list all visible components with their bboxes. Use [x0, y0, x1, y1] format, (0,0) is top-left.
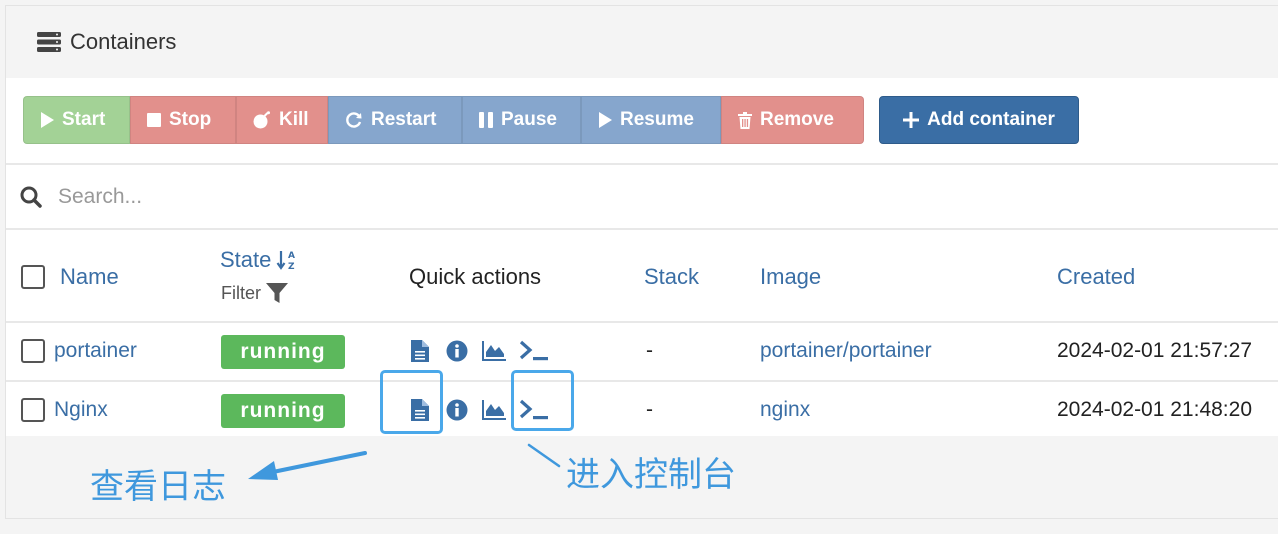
console-icon[interactable] [519, 340, 549, 362]
column-header-quick-actions: Quick actions [409, 264, 542, 289]
containers-panel: Containers Start Stop Kill Restart Pause… [5, 5, 1278, 519]
logs-icon[interactable] [411, 340, 429, 362]
panel-header: Containers [6, 6, 1278, 78]
created-value: 2024-02-01 21:57:27 [1057, 339, 1252, 362]
start-button[interactable]: Start [23, 96, 130, 144]
column-header-stack[interactable]: Stack [644, 264, 699, 290]
add-container-button[interactable]: Add container [879, 96, 1079, 144]
remove-button[interactable]: Remove [721, 96, 864, 144]
info-icon[interactable] [446, 340, 468, 362]
table-header: Name State A Z Filter Quick actions Stac… [6, 230, 1278, 321]
image-link[interactable]: nginx [760, 398, 810, 422]
quick-actions [411, 340, 549, 362]
table-row: Nginx running - nginx 2024-02-01 21:48:2… [6, 382, 1278, 439]
logs-highlight-box [380, 370, 443, 434]
column-header-created[interactable]: Created [1057, 264, 1135, 290]
pause-button-label: Pause [501, 109, 557, 130]
container-name-link[interactable]: Nginx [54, 398, 108, 422]
annotation-pointer [527, 443, 561, 468]
console-highlight-box [511, 370, 574, 431]
column-header-name[interactable]: Name [60, 264, 119, 290]
play-icon [41, 112, 54, 128]
svg-text:Z: Z [288, 262, 295, 271]
trash-icon [738, 111, 752, 129]
column-header-state[interactable]: State A Z [220, 247, 298, 273]
search-icon [20, 186, 42, 208]
kill-button-label: Kill [279, 109, 309, 130]
stop-icon [147, 113, 161, 127]
stop-button-label: Stop [169, 109, 212, 130]
plus-icon [903, 112, 920, 128]
server-icon [37, 32, 61, 52]
column-header-image[interactable]: Image [760, 264, 821, 290]
image-link[interactable]: portainer/portainer [760, 339, 932, 363]
panel-body: Start Stop Kill Restart Pause Resume Rem… [6, 78, 1278, 436]
container-name-link[interactable]: portainer [54, 339, 137, 363]
stop-button[interactable]: Stop [130, 96, 236, 144]
remove-button-label: Remove [760, 109, 834, 130]
state-filter-label: Filter [221, 282, 261, 303]
sort-icon: A Z [276, 251, 295, 271]
filter-icon [266, 283, 288, 303]
action-toolbar: Start Stop Kill Restart Pause Resume Rem… [23, 96, 864, 144]
pause-icon [479, 112, 493, 128]
resume-button[interactable]: Resume [581, 96, 721, 144]
status-badge: running [221, 335, 345, 369]
restart-button-label: Restart [371, 109, 437, 130]
created-value: 2024-02-01 21:48:20 [1057, 398, 1252, 421]
play-icon [599, 112, 612, 128]
start-button-label: Start [62, 109, 106, 130]
row-checkbox[interactable] [21, 339, 45, 363]
column-header-state-label: State [220, 247, 272, 272]
stats-icon[interactable] [482, 400, 506, 420]
table-row: portainer running - portainer/portainer … [6, 323, 1278, 380]
row-checkbox[interactable] [21, 398, 45, 422]
refresh-icon [346, 112, 362, 128]
stats-icon[interactable] [482, 341, 506, 361]
stack-value: - [646, 398, 653, 421]
search-bar [6, 165, 1278, 228]
add-container-label: Add container [927, 109, 1055, 130]
bomb-icon [253, 111, 270, 129]
status-badge: running [221, 394, 345, 428]
annotation-view-logs: 查看日志 [90, 467, 226, 507]
panel-title: Containers [70, 29, 177, 54]
search-input[interactable] [58, 184, 658, 209]
resume-button-label: Resume [620, 109, 694, 130]
state-filter[interactable]: Filter [221, 282, 288, 304]
info-icon[interactable] [446, 399, 468, 421]
select-all-checkbox[interactable] [21, 265, 45, 289]
stack-value: - [646, 339, 653, 362]
pause-button[interactable]: Pause [462, 96, 581, 144]
svg-text:A: A [288, 251, 295, 261]
annotation-enter-console: 进入控制台 [566, 455, 736, 495]
annotation-arrow [248, 451, 367, 480]
kill-button[interactable]: Kill [236, 96, 328, 144]
restart-button[interactable]: Restart [328, 96, 462, 144]
